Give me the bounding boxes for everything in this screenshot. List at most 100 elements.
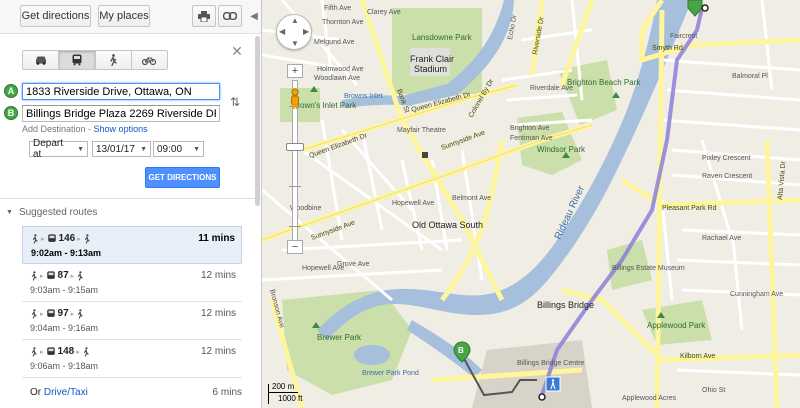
street-label: Belmont Ave	[452, 195, 491, 202]
routes-list: ▸ 146 ▸ 9:02am - 9:13am 11 mins ▸ 87 ▸ 9…	[22, 226, 242, 378]
route-steps: ▸ 97 ▸	[30, 308, 84, 319]
walk-icon	[76, 308, 84, 319]
street-label: Fifth Ave	[324, 5, 351, 12]
place-label: Billings Bridge	[537, 300, 594, 310]
route-steps: ▸ 148 ▸	[30, 346, 90, 357]
mode-transit-button[interactable]	[59, 51, 96, 69]
zoom-slider-handle[interactable]	[286, 143, 304, 151]
show-options-link[interactable]: Show options	[94, 124, 148, 134]
transit-stop-end-icon	[538, 393, 546, 401]
svg-text:B: B	[458, 346, 464, 355]
get-directions-button[interactable]: Get directions	[20, 5, 91, 27]
street-label: Raven Crescent	[702, 173, 752, 180]
alternative-mode-row: Or Drive/Taxi 6 mins	[30, 387, 242, 398]
place-label: Billings Bridge Centre	[517, 360, 584, 367]
place-label: Applewood Acres	[622, 395, 677, 402]
swap-arrows-icon: ⇅	[229, 95, 241, 109]
suggested-routes-header[interactable]: ▼ Suggested routes	[0, 198, 261, 226]
drive-taxi-link[interactable]: Drive/Taxi	[44, 387, 88, 398]
time-select[interactable]: 09:00 ▼	[153, 141, 204, 157]
mayfair-theatre-icon	[422, 152, 428, 158]
street-label: Pleasant Park Rd	[662, 205, 717, 212]
street-label: Pixley Crescent	[702, 155, 751, 162]
park-label: Brown's Inlet Park	[292, 101, 357, 110]
get-directions-submit-button[interactable]: GET DIRECTIONS	[145, 167, 220, 188]
swap-endpoints-button[interactable]: ⇅	[228, 92, 242, 112]
bike-icon	[142, 57, 157, 65]
scale-imperial: 1000 ft	[278, 394, 303, 403]
rideau-river-water	[317, 0, 692, 340]
origin-input[interactable]	[22, 83, 220, 100]
street-label: Kilborn Ave	[680, 353, 715, 360]
close-directions-button[interactable]: ✕	[230, 43, 244, 59]
date-value: 13/01/17	[96, 143, 135, 155]
park-label: Brewer Park	[317, 333, 362, 342]
street-label: Hopewell Ave	[392, 200, 434, 207]
walk-icon	[30, 346, 38, 357]
route-duration: 12 mins	[200, 270, 236, 281]
scale-bar	[268, 384, 269, 404]
route-duration: 12 mins	[200, 346, 236, 357]
route-option[interactable]: ▸ 87 ▸ 9:03am - 9:15am 12 mins	[22, 264, 242, 302]
add-destination-link[interactable]: Add Destination	[22, 124, 86, 134]
route-times: 9:06am - 9:18am	[30, 361, 99, 371]
place-label: Old Ottawa South	[412, 220, 483, 230]
map-canvas[interactable]: Fifth Ave Thornton Ave Clarey Ave Melgun…	[262, 0, 800, 408]
panel-scrollbar[interactable]	[255, 36, 260, 206]
suggested-routes-title: Suggested routes	[18, 207, 98, 218]
route-steps: ▸ 87 ▸	[30, 270, 84, 281]
chevron-down-icon: ▼	[193, 145, 200, 153]
collapse-left-icon: ◀	[250, 10, 258, 22]
zoom-tick	[289, 226, 301, 227]
street-label: Ohio St	[702, 387, 725, 394]
time-value: 09:00	[157, 143, 183, 155]
pan-up-icon[interactable]: ▲	[291, 16, 299, 25]
link-icon	[223, 12, 237, 20]
print-button[interactable]	[192, 5, 216, 27]
my-places-button[interactable]: My places	[98, 5, 150, 27]
bus-line-number: 146	[58, 233, 76, 244]
mode-bike-button[interactable]	[131, 51, 167, 69]
bus-icon	[72, 54, 82, 66]
place-label: Faircrest	[670, 33, 697, 40]
route-option[interactable]: ▸ 146 ▸ 9:02am - 9:13am 11 mins	[22, 226, 242, 264]
street-view-pegman-icon[interactable]	[289, 88, 301, 110]
depart-mode-value: Depart at	[33, 138, 64, 160]
plus-icon: +	[291, 65, 299, 77]
walk-icon	[30, 308, 38, 319]
pan-right-icon[interactable]: ▶	[303, 27, 309, 36]
travel-mode-selector	[22, 50, 168, 70]
destination-input[interactable]	[22, 105, 220, 122]
mode-walk-button[interactable]	[95, 51, 132, 69]
bus-icon	[47, 233, 57, 244]
step-arrow-icon: ▸	[77, 235, 81, 243]
bus-line-number: 148	[57, 346, 75, 357]
walk-icon	[31, 233, 39, 244]
park-label: Windsor Park	[537, 145, 586, 154]
pan-down-icon[interactable]: ▼	[291, 39, 299, 48]
route-times: 9:04am - 9:16am	[30, 323, 99, 333]
water-label: Brewer Park Pond	[362, 370, 419, 377]
zoom-in-button[interactable]: +	[287, 64, 303, 78]
chevron-down-icon: ▼	[77, 145, 84, 153]
route-option[interactable]: ▸ 148 ▸ 9:06am - 9:18am 12 mins	[22, 340, 242, 378]
pan-control[interactable]: ▲ ▼ ◀ ▶	[276, 14, 312, 50]
date-select[interactable]: 13/01/17 ▼	[92, 141, 151, 157]
depart-mode-select[interactable]: Depart at ▼	[29, 138, 88, 160]
street-label: Brighton Ave	[510, 125, 550, 132]
minus-icon: −	[291, 241, 299, 253]
bus-line-number: 97	[57, 308, 69, 319]
street-label: Cunningham Ave	[730, 291, 783, 298]
mode-car-button[interactable]	[23, 51, 60, 69]
street-label: Alta Vista Dr	[777, 160, 787, 200]
walk-icon	[83, 233, 91, 244]
route-option[interactable]: ▸ 97 ▸ 9:04am - 9:16am 12 mins	[22, 302, 242, 340]
zoom-out-button[interactable]: −	[287, 240, 303, 254]
link-button[interactable]	[218, 5, 242, 27]
street-label: Clarey Ave	[367, 9, 401, 16]
place-label: Stadium	[414, 64, 447, 74]
bus-icon	[46, 270, 56, 281]
place-label: Frank Clair	[410, 54, 454, 64]
pan-left-icon[interactable]: ◀	[279, 27, 285, 36]
collapse-panel-button[interactable]: ◀	[248, 6, 260, 26]
